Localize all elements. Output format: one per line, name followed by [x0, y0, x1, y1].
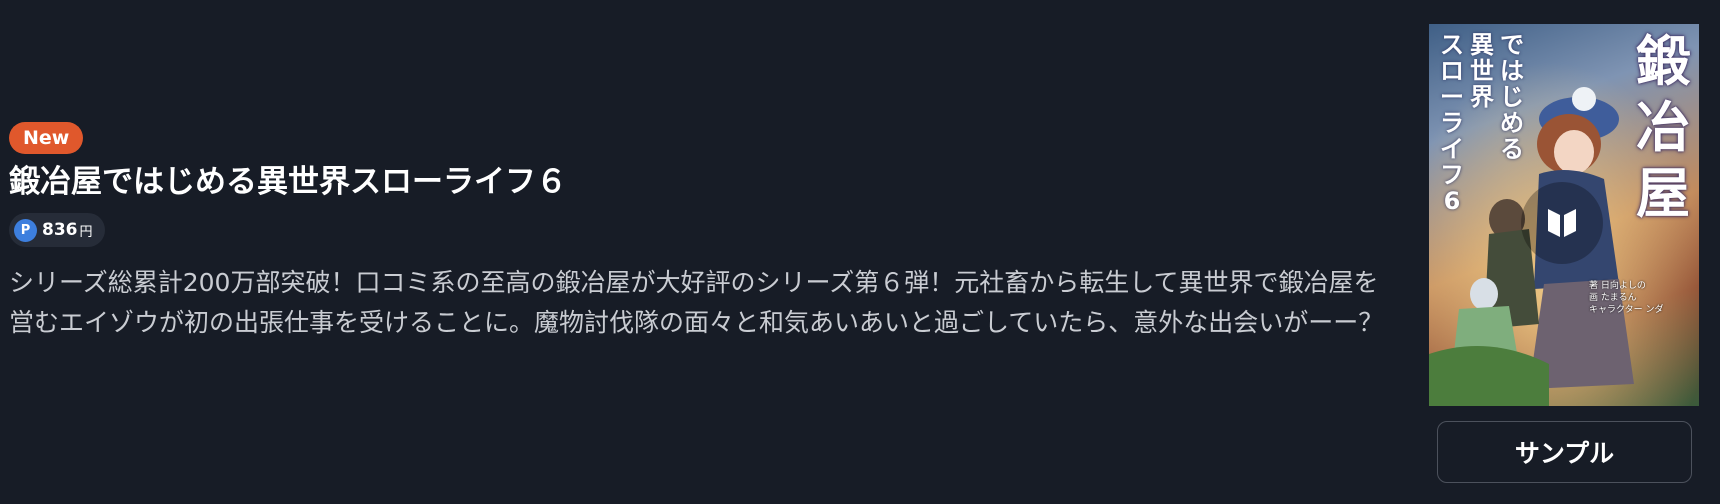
cover-credit: キャラクター ンダ	[1589, 305, 1664, 315]
book-cover[interactable]: 鍛冶屋 ではじめる 異世界 スローライフ6 著 日向よしの 画 たまるん キャラ…	[1429, 24, 1699, 406]
price-unit: 円	[79, 224, 93, 240]
cover-subtitle-1: ではじめる	[1500, 31, 1524, 163]
cover-credit: 画 たまるん	[1589, 293, 1637, 303]
cover-subtitle-3: スローライフ6	[1440, 31, 1464, 215]
cover-subtitle-2: 異世界	[1470, 31, 1494, 111]
cover-title: 鍛冶屋	[1636, 29, 1690, 225]
price-chip: P 836 円	[9, 213, 105, 247]
price-value: 836	[42, 220, 78, 240]
new-badge: New	[9, 122, 84, 154]
point-icon: P	[14, 218, 37, 242]
product-info: New 鍛冶屋ではじめる異世界スローライフ６ P 836 円 シリーズ総累計20…	[9, 122, 1389, 343]
cover-credit: 著 日向よしの	[1589, 281, 1646, 291]
sample-button[interactable]: サンプル	[1437, 421, 1692, 483]
product-title[interactable]: 鍛冶屋ではじめる異世界スローライフ６	[9, 161, 1389, 203]
product-description: シリーズ総累計200万部突破！口コミ系の至高の鍛冶屋が大好評のシリーズ第６弾！元…	[9, 268, 1384, 337]
cover-credits: 著 日向よしの 画 たまるん キャラクター ンダ	[1589, 280, 1689, 316]
open-book-icon	[1548, 209, 1576, 237]
read-sample-icon[interactable]	[1521, 182, 1603, 264]
